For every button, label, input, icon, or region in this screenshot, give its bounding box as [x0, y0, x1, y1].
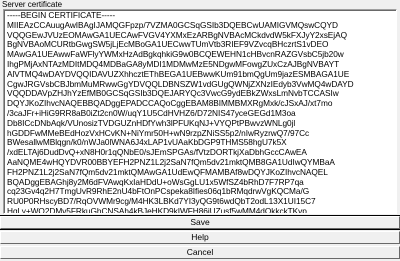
server-certificate-label: Server certificate [2, 0, 63, 9]
certificate-text-area[interactable]: -----BEGIN CERTIFICATE----- MIIEAzCCAuug… [3, 9, 397, 214]
certificate-dialog: Server certificate -----BEGIN CERTIFICAT… [0, 0, 400, 261]
cancel-button[interactable]: Cancel [0, 246, 400, 259]
certificate-text[interactable]: -----BEGIN CERTIFICATE----- MIIEAzCCAuug… [4, 10, 396, 213]
save-button[interactable]: Save [0, 216, 400, 229]
help-button[interactable]: Help [0, 231, 400, 244]
